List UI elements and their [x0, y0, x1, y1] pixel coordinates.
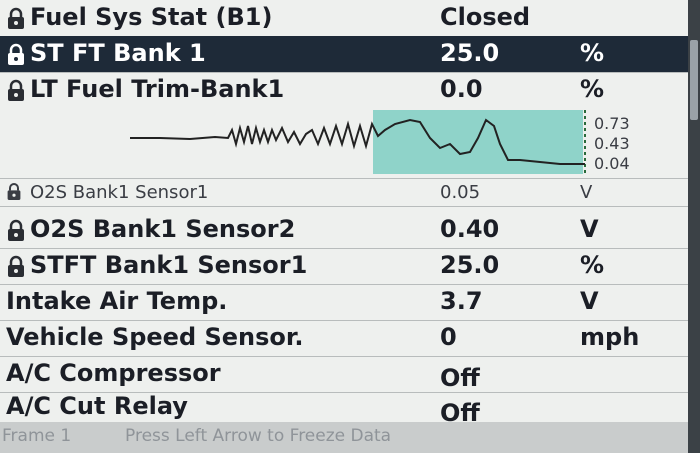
pid-value: 0.05 [440, 182, 481, 203]
pid-unit: V [580, 182, 593, 203]
pid-name: STFT Bank1 Sensor1 [30, 251, 308, 279]
lock-icon [8, 7, 24, 29]
lock-icon [8, 219, 24, 241]
pid-value: 0.0 [440, 75, 483, 103]
pid-name: LT Fuel Trim-Bank1 [30, 75, 285, 103]
lock-icon [8, 43, 24, 65]
pid-unit: % [580, 251, 605, 279]
pid-row-o2s-bank1-sensor1[interactable]: O2S Bank1 Sensor1 0.05 V [0, 178, 688, 207]
pid-value: 3.7 [440, 287, 483, 315]
lock-icon [8, 79, 24, 101]
pid-unit: mph [580, 323, 640, 351]
pid-row-lt-fuel-trim[interactable]: LT Fuel Trim-Bank1 0.0 % [0, 72, 688, 109]
pid-unit: V [580, 287, 599, 315]
pid-unit: % [580, 75, 605, 103]
pid-name: Vehicle Speed Sensor. [6, 323, 304, 351]
pid-row-ac-compressor[interactable]: A/C Compressor Off [0, 356, 688, 393]
pid-row-intake-air-temp[interactable]: Intake Air Temp. 3.7 V [0, 284, 688, 321]
pid-value: 0 [440, 323, 457, 351]
pid-unit: % [580, 39, 605, 67]
waveform-svg [130, 110, 586, 174]
graph-scale-max: 0.73 [594, 114, 630, 133]
pid-value: Off [440, 364, 480, 392]
freeze-hint: Press Left Arrow to Freeze Data [125, 426, 392, 446]
graph-highlight-region [373, 110, 583, 174]
pid-name: ST FT Bank 1 [30, 39, 206, 67]
pid-row-ac-cut-relay[interactable]: A/C Cut Relay Off [0, 389, 688, 427]
scrollbar-thumb[interactable] [690, 40, 698, 120]
frame-indicator: Frame 1 [2, 426, 72, 446]
pid-name: A/C Cut Relay [6, 392, 188, 420]
pid-name: Fuel Sys Stat (B1) [30, 3, 273, 31]
pid-name: O2S Bank1 Sensor2 [30, 215, 296, 243]
pid-row-fuel-sys-stat[interactable]: Fuel Sys Stat (B1) Closed [0, 0, 688, 37]
pid-value: 25.0 [440, 39, 500, 67]
o2-sensor-waveform-graph: 0.73 0.43 0.04 [0, 108, 688, 179]
pid-name: A/C Compressor [6, 359, 221, 387]
scan-tool-screen: Fuel Sys Stat (B1) Closed ST FT Bank 1 2… [0, 0, 688, 453]
pid-value: Closed [440, 3, 531, 31]
pid-row-o2s-bank1-sensor2[interactable]: O2S Bank1 Sensor2 0.40 V [0, 212, 688, 249]
status-footer: Frame 1 Press Left Arrow to Freeze Data [0, 422, 688, 453]
pid-row-stft-bank1-sensor1[interactable]: STFT Bank1 Sensor1 25.0 % [0, 248, 688, 285]
pid-value: 25.0 [440, 251, 500, 279]
pid-row-vehicle-speed[interactable]: Vehicle Speed Sensor. 0 mph [0, 320, 688, 357]
graph-scale-min: 0.04 [594, 154, 630, 173]
pid-name: Intake Air Temp. [6, 287, 228, 315]
graph-scale-mid: 0.43 [594, 134, 630, 153]
pid-row-st-ft-bank1[interactable]: ST FT Bank 1 25.0 % [0, 36, 688, 73]
lock-icon [7, 183, 21, 200]
lock-icon [8, 255, 24, 277]
pid-unit: V [580, 215, 599, 243]
pid-value: 0.40 [440, 215, 500, 243]
scrollbar[interactable] [688, 0, 700, 453]
pid-name: O2S Bank1 Sensor1 [30, 182, 209, 203]
